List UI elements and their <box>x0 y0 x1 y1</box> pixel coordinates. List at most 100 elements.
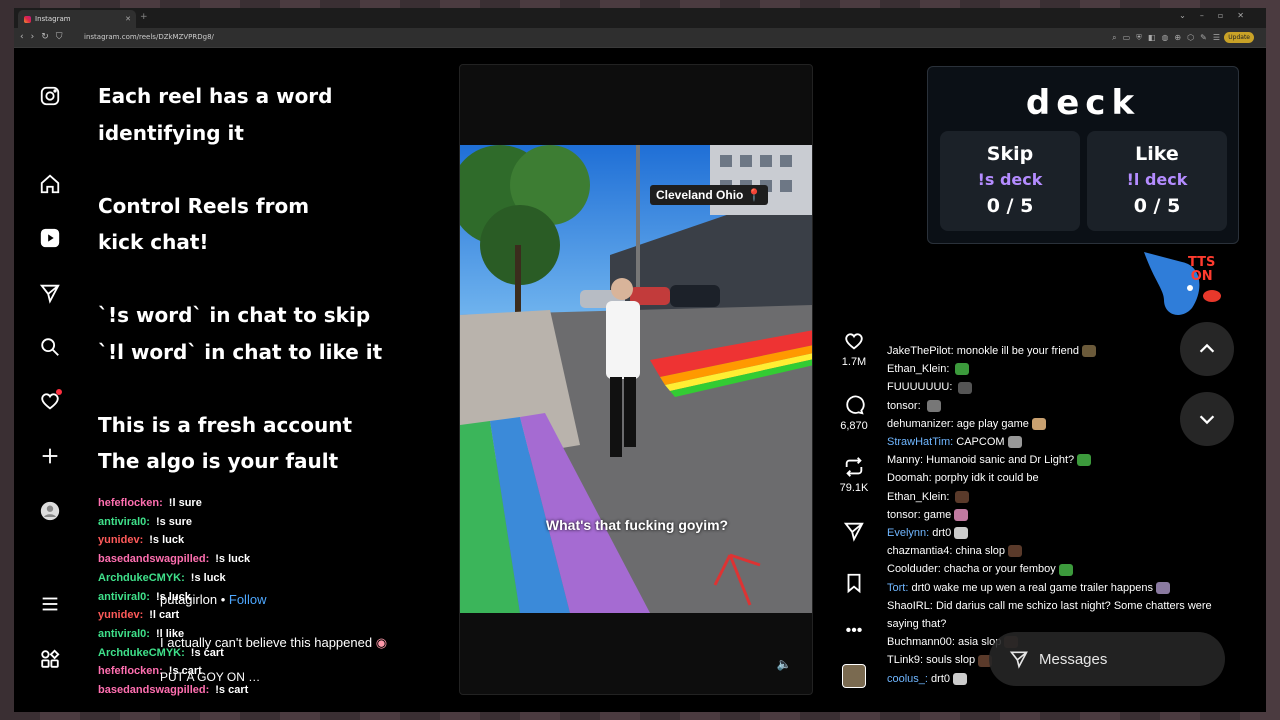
chat-message: ShaoIRL: Did darius call me schizo last … <box>887 597 1227 633</box>
chat-username[interactable]: yunidev: <box>98 609 143 621</box>
comment-button[interactable]: 6,870 <box>834 394 874 432</box>
chat-username[interactable]: yunidev: <box>98 534 143 546</box>
chat-username[interactable]: Buchmann00: <box>887 636 955 648</box>
like-button[interactable]: 1.7M <box>834 330 874 368</box>
address-bar: ‹›↻⛉ instagram.com/reels/DZkMZVPRDg8/ ⌕▭… <box>14 28 1266 48</box>
chat-username[interactable]: hefeflocken: <box>98 665 163 677</box>
skip-command: !s deck <box>977 170 1043 189</box>
chat-message: chazmantia4: china slop <box>887 542 1227 560</box>
chat-message: yunidev: !l cart <box>98 606 250 625</box>
share-button[interactable] <box>834 520 874 546</box>
chat-text: drt0 <box>932 527 952 540</box>
chat-username[interactable]: ArchdukeCMYK: <box>98 572 185 584</box>
chat-username[interactable]: chazmantia4: <box>887 545 952 557</box>
reels-icon[interactable] <box>38 226 62 250</box>
window-controls[interactable]: ⌄–▫✕ <box>1179 11 1258 20</box>
chat-username[interactable]: JakeThePilot: <box>887 345 954 357</box>
chat-username[interactable]: tonsor: <box>887 400 921 412</box>
previous-reel-button[interactable] <box>1180 322 1234 376</box>
nav-buttons[interactable]: ‹›↻⛉ <box>20 32 70 42</box>
chat-username[interactable]: dehumanizer: <box>887 418 954 430</box>
url-field[interactable]: instagram.com/reels/DZkMZVPRDg8/ <box>84 33 214 41</box>
chat-text: !l sure <box>168 497 202 509</box>
chat-text: CAPCOM <box>956 436 1005 449</box>
chat-username[interactable]: Doomah: <box>887 472 932 484</box>
notifications-heart-icon[interactable] <box>38 389 62 413</box>
chat-message: Ethan_Klein: <box>887 360 1227 378</box>
chat-emote-icon <box>1077 454 1092 467</box>
chat-username[interactable]: basedandswagpilled: <box>98 553 209 565</box>
chat-text: !s sure <box>155 515 193 528</box>
profile-avatar-icon[interactable] <box>38 499 62 523</box>
extension-icons[interactable]: ⌕▭⛨◧◍⊕⬡✎☰ <box>1112 33 1226 43</box>
like-count: 1.7M <box>841 356 867 368</box>
update-button[interactable]: Update <box>1224 32 1254 43</box>
instagram-logo-icon[interactable] <box>38 84 62 108</box>
chat-message: dehumanizer: age play game <box>887 415 1227 433</box>
volume-icon[interactable]: 🔈 <box>774 654 794 674</box>
chat-text: !s luck <box>190 571 226 584</box>
also-from-meta-icon[interactable] <box>38 647 62 671</box>
chat-username[interactable]: ShaoIRL: <box>887 600 933 612</box>
chat-username[interactable]: Coolduder: <box>887 563 941 575</box>
chat-username[interactable]: basedandswagpilled: <box>98 684 209 696</box>
next-reel-button[interactable] <box>1180 392 1234 446</box>
close-tab-icon[interactable]: ✕ <box>125 15 131 23</box>
deck-widget: deck Skip !s deck 0 / 5 Like !l deck 0 /… <box>927 66 1239 244</box>
follow-button[interactable]: Follow <box>229 592 267 607</box>
chat-message: tonsor: <box>887 397 1227 415</box>
chat-message: yunidev: !s luck <box>98 531 250 550</box>
tab-instagram[interactable]: Instagram ✕ <box>18 10 136 28</box>
repost-button[interactable]: 79.1K <box>834 456 874 494</box>
chat-username[interactable]: FUUUUUUU: <box>887 381 952 393</box>
chat-username[interactable]: Manny: <box>887 454 923 466</box>
chat-emote-icon <box>1058 563 1073 576</box>
chat-emote-icon <box>955 363 970 376</box>
messages-icon <box>1009 651 1028 669</box>
messages-button[interactable]: Messages <box>989 632 1225 686</box>
chat-emote-icon <box>954 508 969 521</box>
new-tab-icon[interactable]: + <box>140 12 148 22</box>
messages-label: Messages <box>1039 650 1108 668</box>
home-icon[interactable] <box>38 172 62 196</box>
audio-thumbnail[interactable] <box>842 664 866 688</box>
chat-username[interactable]: Ethan_Klein: <box>887 491 949 503</box>
chat-message: ArchdukeCMYK: !s luck <box>98 569 250 588</box>
more-menu-icon[interactable] <box>38 592 62 616</box>
chat-emote-icon <box>926 399 941 412</box>
chat-username[interactable]: Evelynn: <box>887 527 929 539</box>
reel-player[interactable]: Cleveland Ohio 📍 What's that fucking goy… <box>459 64 813 695</box>
chat-username[interactable]: antiviral0: <box>98 516 150 528</box>
chat-message: basedandswagpilled: !s luck <box>98 550 250 569</box>
reel-author-name[interactable]: putagirlon <box>160 592 217 607</box>
chat-username[interactable]: TLink9: <box>887 654 923 666</box>
reel-description: I actually can't believe this happened ◉ <box>160 635 388 650</box>
chat-emote-icon <box>953 672 968 685</box>
instagram-page: Each reel has a word identifying it Cont… <box>14 48 1266 712</box>
chat-text: !l cart <box>149 609 180 622</box>
chat-username[interactable]: Ethan_Klein: <box>887 363 949 375</box>
chat-username[interactable]: antiviral0: <box>98 628 150 640</box>
chat-username[interactable]: tonsor: <box>887 509 921 521</box>
reel-audio[interactable]: PUT A GOY ON … <box>160 670 260 684</box>
chat-text: china slop <box>955 545 1006 558</box>
chat-username[interactable]: coolus_: <box>887 673 928 685</box>
save-button[interactable] <box>834 572 874 598</box>
search-icon[interactable] <box>38 335 62 359</box>
chat-username[interactable]: Tort: <box>887 582 908 594</box>
chat-username[interactable]: StrawHatTim: <box>887 436 953 448</box>
chat-message: hefeflocken: !l sure <box>98 494 250 513</box>
chat-message: tonsor: game <box>887 506 1227 524</box>
chat-username[interactable]: antiviral0: <box>98 591 150 603</box>
share-icon <box>843 522 864 542</box>
reel-video[interactable]: Cleveland Ohio 📍 What's that fucking goy… <box>460 145 812 613</box>
chat-message: Coolduder: chacha or your femboy <box>887 560 1227 578</box>
chat-username[interactable]: hefeflocken: <box>98 497 163 509</box>
direct-icon[interactable] <box>38 281 62 305</box>
chat-emote-icon <box>958 381 973 394</box>
chat-text: Did darius call me schizo last night? So… <box>887 599 1212 631</box>
chat-text: !s luck <box>149 534 185 547</box>
create-plus-icon[interactable] <box>38 444 62 468</box>
chevron-up-icon <box>1199 343 1215 353</box>
more-options-icon[interactable]: ••• <box>834 622 874 640</box>
